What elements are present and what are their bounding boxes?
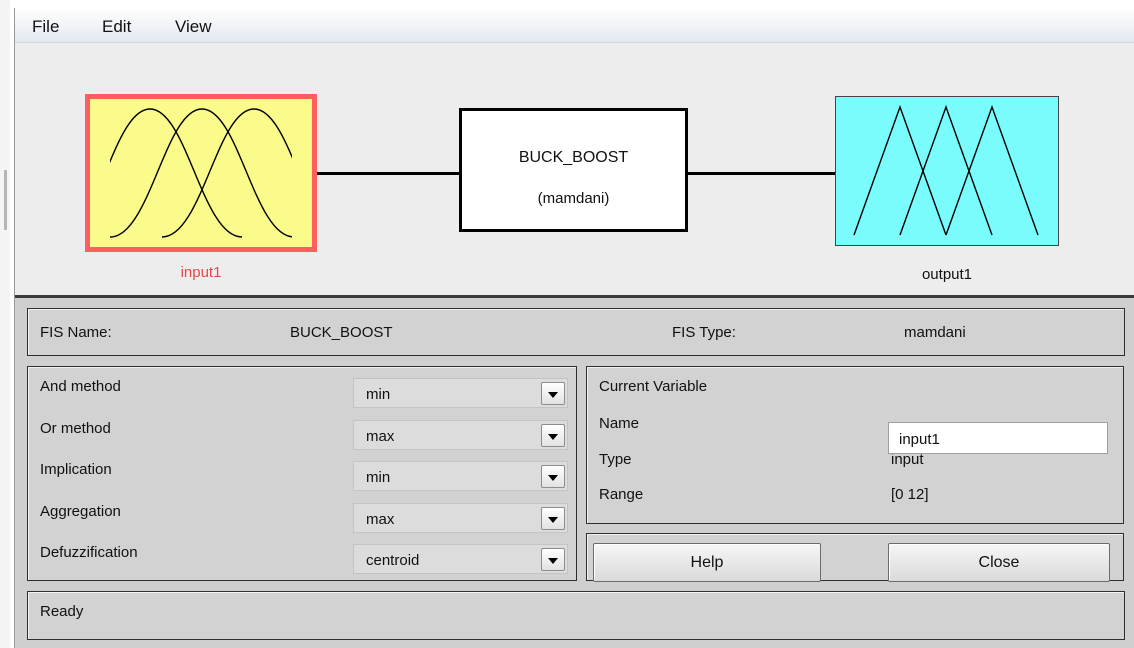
help-button[interactable]: Help (593, 543, 821, 582)
aggregation-value: max (366, 511, 395, 528)
chevron-down-icon[interactable] (541, 548, 565, 571)
current-variable-title: Current Variable (599, 378, 708, 395)
methods-panel: And method min Or method max Implication… (27, 366, 577, 581)
or-method-label: Or method (40, 420, 111, 437)
input-connector-line (317, 172, 459, 175)
chevron-down-icon[interactable] (541, 382, 565, 405)
fis-type-label: FIS Type: (672, 324, 736, 341)
output-connector-line (688, 172, 835, 175)
system-name-text: BUCK_BOOST (518, 149, 629, 166)
implication-dropdown[interactable]: min (353, 461, 568, 491)
implication-value: min (366, 469, 391, 486)
gaussian-membership-icon (57, 99, 347, 247)
defuzzification-value: centroid (366, 552, 420, 569)
status-text: Ready (40, 603, 84, 620)
variable-range-value: [0 12] (891, 486, 929, 503)
chevron-down-icon[interactable] (541, 424, 565, 447)
and-method-label: And method (40, 378, 121, 395)
fis-name-value: BUCK_BOOST (290, 324, 393, 341)
chevron-down-icon[interactable] (541, 465, 565, 488)
input-variable-block[interactable] (57, 94, 347, 252)
or-method-dropdown[interactable]: max (353, 420, 568, 450)
fis-info-panel: FIS Name: BUCK_BOOST FIS Type: mamdani (27, 308, 1125, 356)
menu-view[interactable]: View (175, 17, 212, 37)
menu-bar: File Edit View (15, 8, 1134, 43)
implication-label: Implication (40, 461, 112, 478)
fis-editor-window: File Edit View input1 BUCK_BOOST (mamdan… (14, 8, 1134, 648)
fis-diagram: input1 BUCK_BOOST (mamdani) output1 (15, 43, 1134, 295)
close-button[interactable]: Close (888, 543, 1110, 582)
and-method-dropdown[interactable]: min (353, 378, 568, 408)
and-method-value: min (366, 386, 391, 403)
output-variable-block[interactable] (835, 96, 1059, 246)
system-type-text: (mamdani) (537, 190, 610, 207)
window-edge-marker (4, 170, 7, 230)
variable-range-label: Range (599, 486, 644, 503)
fis-system-block[interactable]: BUCK_BOOST (mamdani) (459, 108, 688, 232)
menu-edit[interactable]: Edit (102, 17, 131, 37)
defuzzification-dropdown[interactable]: centroid (353, 544, 568, 574)
chevron-down-icon[interactable] (541, 507, 565, 530)
menu-file[interactable]: File (32, 17, 59, 37)
variable-name-input-text: input1 (899, 431, 940, 448)
fis-name-label: FIS Name: (40, 324, 112, 341)
aggregation-dropdown[interactable]: max (353, 503, 568, 533)
variable-name-label: Name (599, 415, 640, 432)
fis-type-value: mamdani (904, 324, 966, 341)
aggregation-label: Aggregation (40, 503, 121, 520)
variable-name-input[interactable]: input1 (888, 422, 1108, 454)
status-bar: Ready (27, 591, 1125, 640)
triangular-membership-icon (853, 104, 1039, 236)
input-variable-label: input1 (180, 264, 222, 281)
output-variable-label: output1 (921, 266, 973, 283)
or-method-value: max (366, 428, 395, 445)
window-edge (0, 0, 10, 648)
defuzzification-label: Defuzzification (40, 544, 138, 561)
variable-type-label: Type (599, 451, 632, 468)
